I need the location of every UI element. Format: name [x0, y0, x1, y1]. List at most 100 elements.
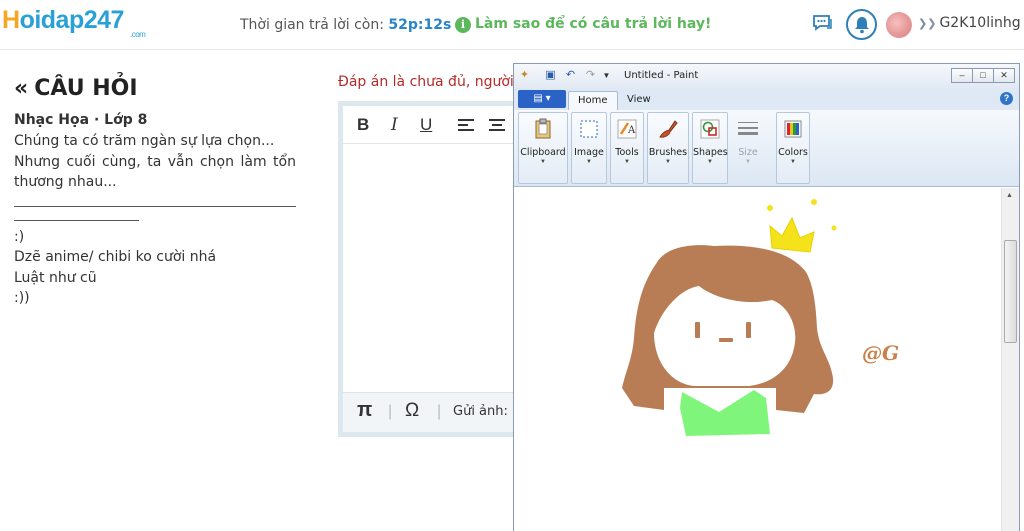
file-menu-button[interactable]: ▤ ▾ [518, 90, 566, 108]
chevron-down-icon: ▼ [540, 159, 546, 165]
ribbon-label: Image [574, 147, 604, 158]
ribbon-shapes[interactable]: Shapes ▼ [692, 112, 728, 184]
help-icon[interactable]: ? [1000, 92, 1013, 105]
answer-tip-link[interactable]: i Làm sao để có câu trả lời hay! [455, 16, 711, 33]
ribbon-clipboard[interactable]: Clipboard ▼ [518, 112, 568, 184]
tab-view[interactable]: View [618, 91, 660, 110]
question-category: Nhạc Họa · Lớp 8 [14, 112, 148, 128]
notification-button[interactable] [846, 9, 877, 40]
paint-tabs: ▤ ▾ Home View ? [514, 88, 1019, 110]
chevron-down-icon: ▼ [586, 159, 592, 165]
ribbon-brushes[interactable]: Brushes ▼ [647, 112, 689, 184]
save-icon[interactable]: ▣ [544, 69, 557, 82]
clipboard-icon [535, 118, 551, 139]
ribbon-label: Tools [615, 147, 639, 158]
question-line: Nhưng cuối cùng, ta vẫn chọn làm tổn thư… [14, 153, 296, 191]
avatar[interactable] [886, 12, 912, 38]
question-heading: CÂU HỎI [34, 76, 138, 101]
signature-text: @G [862, 341, 899, 365]
scroll-thumb[interactable] [1004, 240, 1017, 343]
brush-icon [659, 120, 678, 138]
timer-label: Thời gian trả lời còn: [240, 17, 389, 33]
paint-titlebar: ✦ ▣ ↶ ↷ ▼ Untitled - Paint ‒ □ ✕ [514, 64, 1019, 88]
user-menu[interactable]: ❯❯G2K10linhg ... [918, 15, 1024, 31]
timer-value: 52p:12s [388, 17, 452, 33]
math-pi-button[interactable]: π [357, 399, 372, 422]
logo-domain: .com [130, 30, 146, 39]
ribbon-colors[interactable]: Colors ▼ [776, 112, 810, 184]
undo-icon[interactable]: ↶ [564, 69, 577, 82]
tip-text: Làm sao để có câu trả lời hay! [475, 16, 712, 32]
special-char-button[interactable]: Ω [405, 400, 419, 422]
close-icon[interactable]: ✕ [993, 68, 1015, 83]
question-line: :)) [14, 290, 30, 306]
eye-left [695, 322, 700, 338]
chat-icon[interactable] [812, 14, 834, 32]
crown-drawing [767, 199, 837, 253]
tools-icon: A [617, 119, 637, 139]
italic-button[interactable]: I [391, 115, 398, 135]
tab-home[interactable]: Home [568, 91, 618, 110]
question-line: :) [14, 228, 25, 245]
paint-ribbon: Clipboard ▼ Image ▼ A Tools ▼ Brushes ▼ Shap… [514, 110, 1019, 187]
paint-title: Untitled - Paint [624, 70, 699, 81]
ribbon-label: Brushes [648, 147, 688, 158]
divider: | [388, 403, 393, 420]
align-left-icon[interactable] [458, 118, 474, 132]
underline-button[interactable]: U [420, 115, 432, 135]
back-arrow-icon[interactable]: « [14, 76, 28, 101]
maximize-icon[interactable]: □ [972, 68, 994, 83]
send-image-label: Gửi ảnh: [453, 404, 508, 419]
user-name: G2K10linhg ... [939, 15, 1024, 31]
shapes-icon [700, 119, 720, 139]
chevron-down-icon: ▼ [790, 159, 796, 165]
divider: | [437, 403, 442, 420]
palette-icon [784, 120, 802, 138]
question-body: Chúng ta có trăm ngàn sự lựa chọn... Như… [14, 131, 296, 309]
drawing: @G [622, 199, 899, 436]
question-line: Luật như cũ [14, 269, 97, 286]
divider [14, 193, 296, 207]
customize-toolbar-icon[interactable]: ▼ [600, 69, 613, 82]
answer-timer: Thời gian trả lời còn: 52p:12s [240, 17, 451, 33]
paint-canvas[interactable]: @G [514, 188, 1001, 531]
window-controls: ‒ □ ✕ [951, 65, 1015, 83]
info-icon: i [455, 17, 471, 33]
paint-window[interactable]: ✦ ▣ ↶ ↷ ▼ Untitled - Paint ‒ □ ✕ ▤ ▾ Home … [513, 63, 1020, 531]
editor-footer: π | Ω | Gửi ảnh: [343, 392, 513, 432]
redo-icon[interactable]: ↷ [584, 69, 597, 82]
chevron-down-icon: ▼ [624, 159, 630, 165]
bell-icon [855, 17, 869, 34]
ribbon-tools[interactable]: A Tools ▼ [610, 112, 644, 184]
size-icon [738, 122, 758, 135]
chevron-down-icon: ▼ [707, 159, 713, 165]
align-center-icon[interactable] [489, 118, 505, 132]
answer-notice: Đáp án là chưa đủ, người h [338, 74, 513, 90]
top-header: Hoidap247 .com Thời gian trả lời còn: 52p… [0, 0, 1024, 50]
editor-toolbar: B I U [343, 106, 513, 144]
scroll-up-icon[interactable]: ▲ [1006, 192, 1013, 199]
vertical-scrollbar[interactable]: ▲ [1001, 188, 1019, 531]
ribbon-label: Colors [778, 147, 808, 158]
ribbon-image[interactable]: Image ▼ [571, 112, 607, 184]
shirt-drawing [680, 390, 770, 436]
select-icon [580, 120, 598, 138]
logo-text: oidap247 [19, 6, 125, 34]
eye-right [746, 322, 751, 338]
page-title: «CÂU HỎI [14, 76, 138, 101]
divider [14, 207, 139, 221]
paint-app-icon[interactable]: ✦ [518, 69, 531, 82]
site-logo[interactable]: Hoidap247 .com [2, 6, 146, 39]
ribbon-label: Size [738, 147, 758, 158]
ribbon-label: Clipboard [520, 147, 566, 158]
minimize-icon[interactable]: ‒ [951, 68, 973, 83]
chevron-down-icon: ▼ [745, 159, 751, 165]
face-drawing [654, 286, 796, 386]
chevron-down-icon: ▼ [665, 159, 671, 165]
answer-editor[interactable]: B I U π | Ω | Gửi ảnh: [338, 101, 518, 437]
page: Hoidap247 .com Thời gian trả lời còn: 52p… [0, 0, 1024, 531]
chevron-down-icon: ❯❯ [918, 17, 937, 30]
logo-letter: H [2, 6, 20, 34]
svg-text:A: A [627, 125, 636, 136]
bold-button[interactable]: B [357, 115, 369, 135]
